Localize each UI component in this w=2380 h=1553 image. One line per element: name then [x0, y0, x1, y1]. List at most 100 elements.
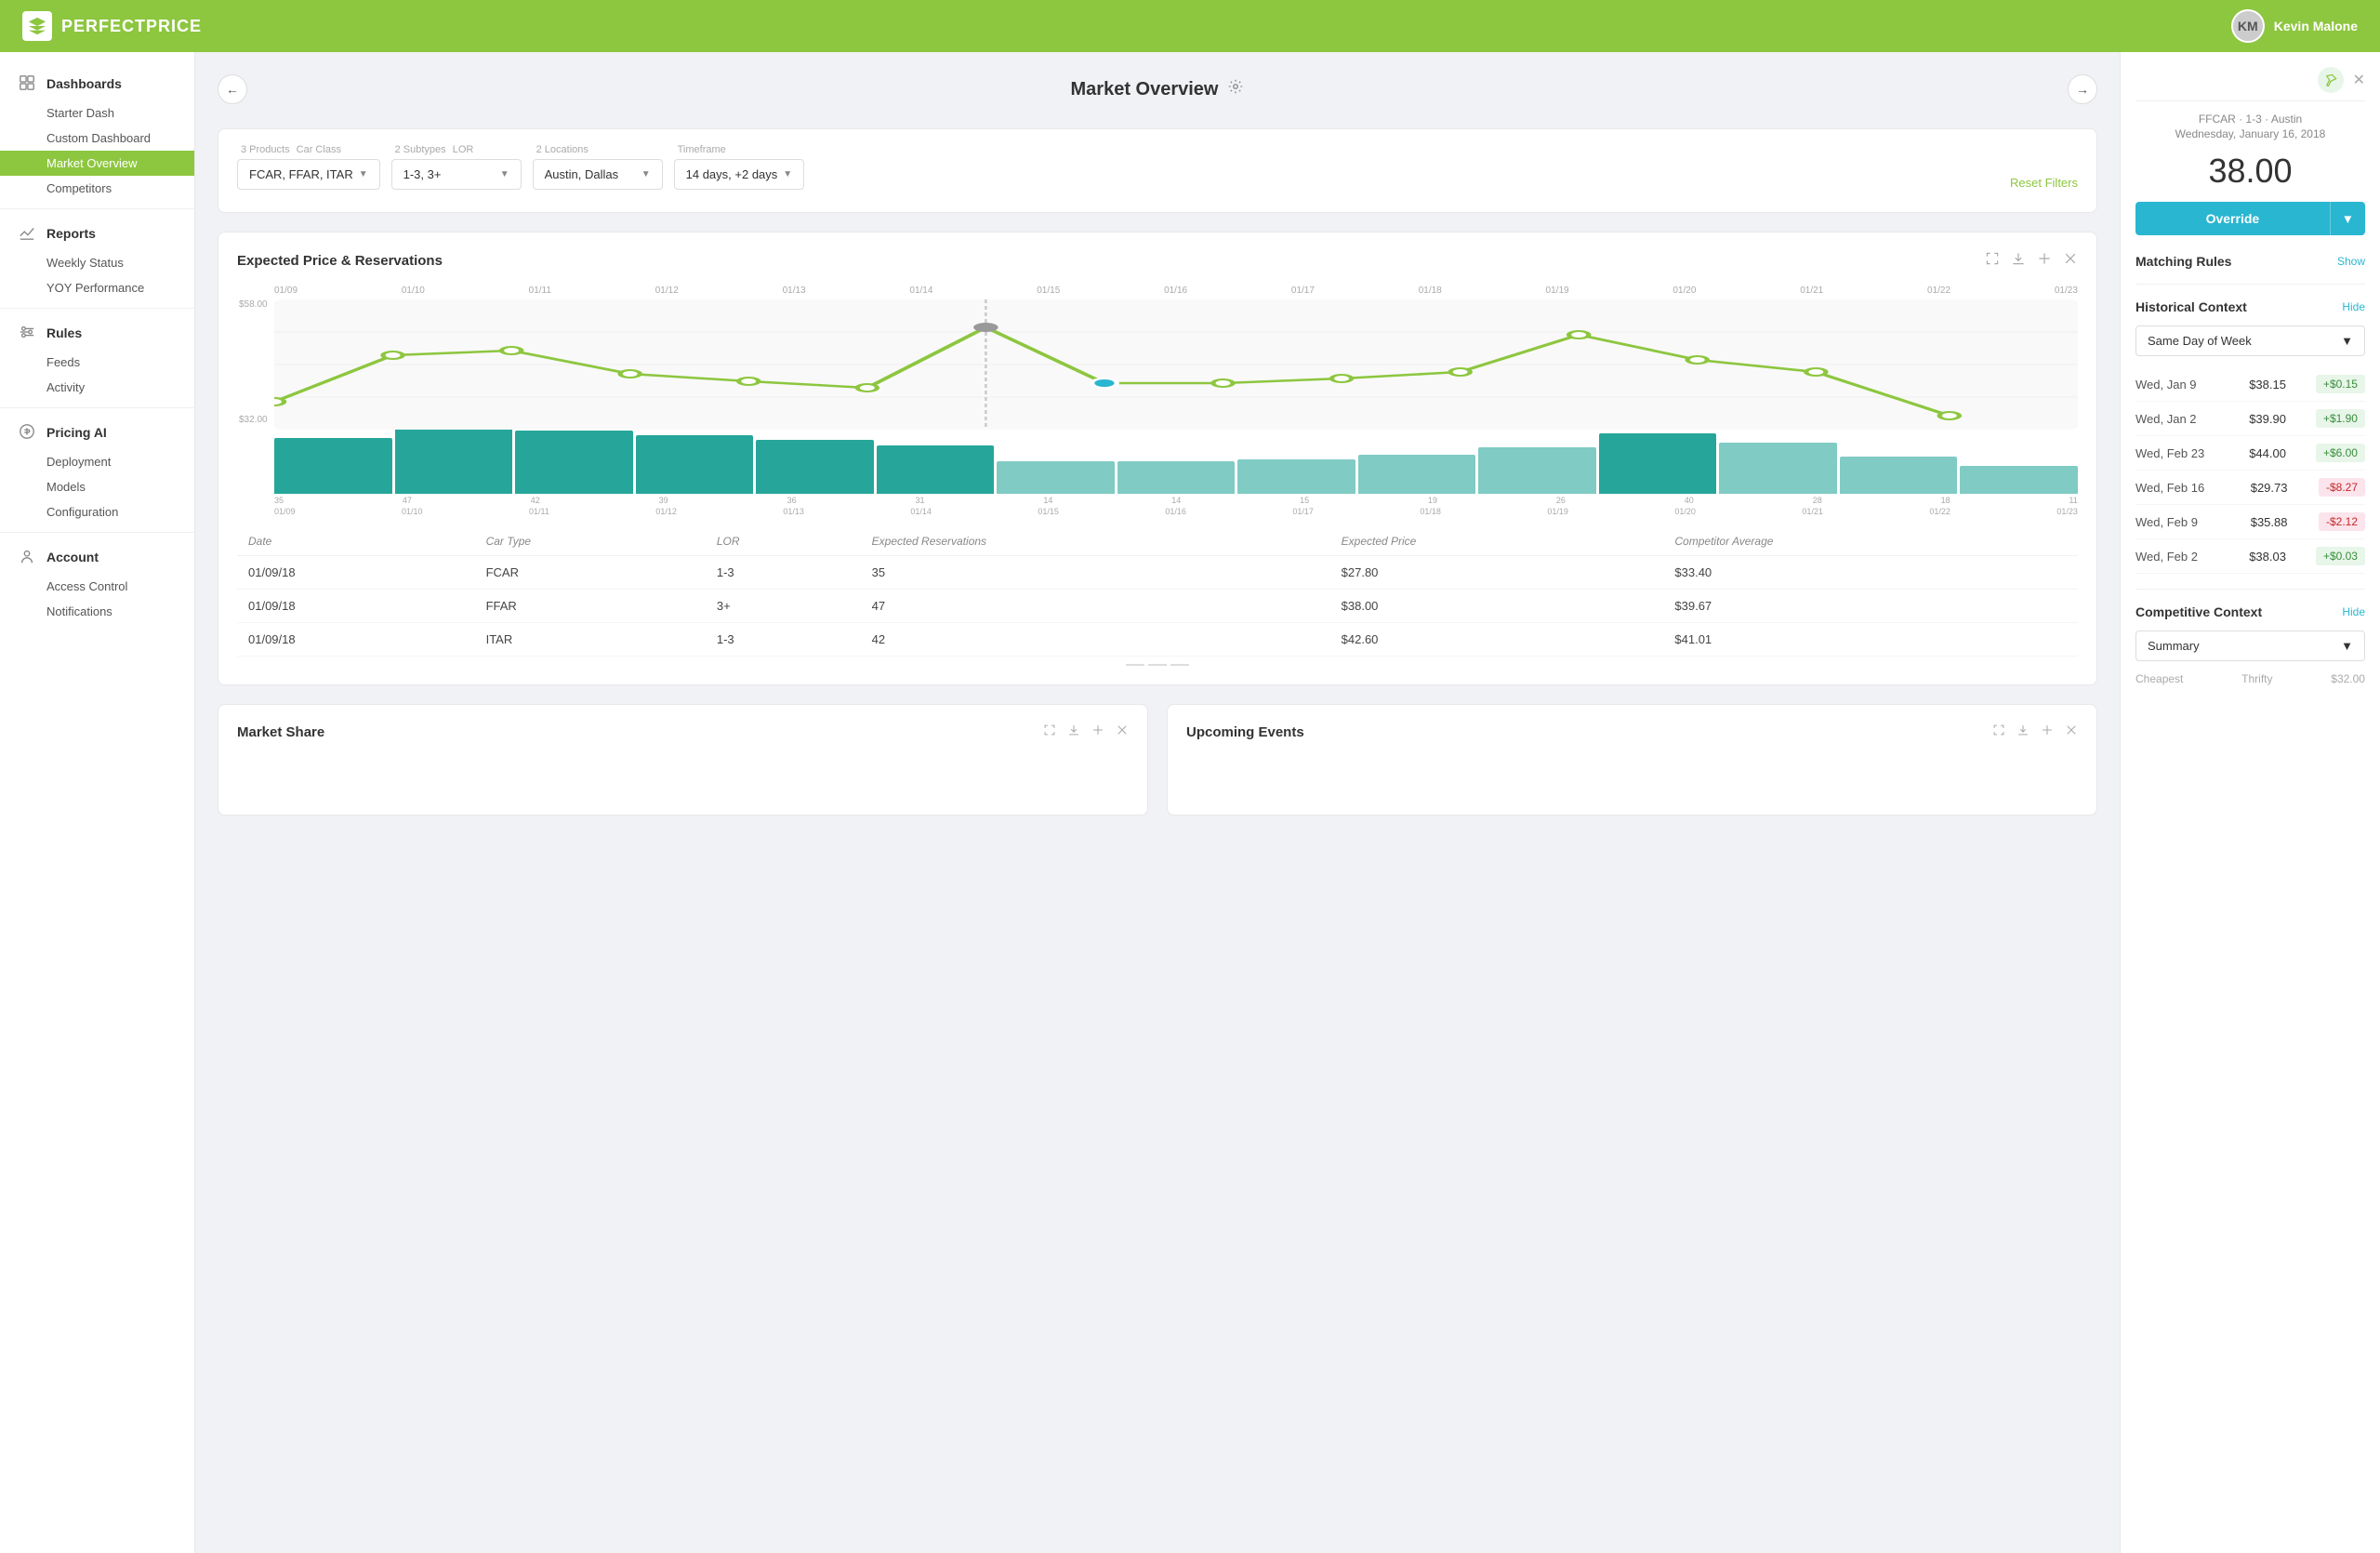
line-chart-area: 01/0901/1001/1101/1201/1301/1401/1501/16…	[237, 285, 2078, 434]
settings-icon[interactable]	[1227, 78, 1244, 100]
nav-forward-button[interactable]: →	[2068, 74, 2097, 104]
logo-icon	[22, 11, 52, 41]
sidebar: Dashboards Starter Dash Custom Dashboard…	[0, 52, 195, 1553]
pin-button[interactable]	[2318, 67, 2344, 93]
sidebar-item-starter-dash[interactable]: Starter Dash	[0, 100, 194, 126]
sidebar-item-feeds[interactable]: Feeds	[0, 350, 194, 375]
filter-products: 3 Products Car Class FCAR, FFAR, ITAR ▼	[237, 144, 380, 190]
expand-icon[interactable]	[1043, 723, 1056, 741]
sidebar-group-reports[interactable]: Reports	[0, 217, 194, 250]
page-title-row: Market Overview	[1071, 78, 1245, 100]
panel-header: ✕	[2135, 67, 2365, 101]
hist-row: Wed, Jan 9 $38.15 +$0.15	[2135, 367, 2365, 402]
close-icon[interactable]	[2065, 723, 2078, 741]
dashboard-icon	[19, 74, 37, 93]
sidebar-group-rules[interactable]: Rules	[0, 316, 194, 350]
line-chart-svg	[274, 299, 2078, 430]
sidebar-item-yoy-performance[interactable]: YOY Performance	[0, 275, 194, 300]
chevron-down-icon: ▼	[359, 169, 368, 179]
sidebar-section-reports: Reports Weekly Status YOY Performance	[0, 217, 194, 300]
competitive-context-selector[interactable]: Summary ▼	[2135, 630, 2365, 661]
bar-item	[756, 440, 874, 494]
sidebar-group-dashboards[interactable]: Dashboards	[0, 67, 194, 100]
historical-context-hide-link[interactable]: Hide	[2342, 300, 2365, 313]
sidebar-item-competitors[interactable]: Competitors	[0, 176, 194, 201]
panel-close-button[interactable]: ✕	[2353, 67, 2365, 93]
historical-context-selector-value: Same Day of Week	[2148, 334, 2252, 348]
sidebar-item-configuration[interactable]: Configuration	[0, 499, 194, 524]
chevron-down-icon: ▼	[500, 169, 509, 179]
chart-date-labels: 01/0901/1001/1101/1201/1301/1401/1501/16…	[274, 285, 2078, 296]
reports-icon	[19, 224, 37, 243]
dashboards-label: Dashboards	[46, 76, 122, 91]
status-badge: +$0.15	[2316, 375, 2365, 393]
close-icon[interactable]	[1116, 723, 1129, 741]
bottom-cards-row: Market Share	[218, 704, 2097, 816]
nav-back-button[interactable]: ←	[218, 74, 247, 104]
chart-actions	[1985, 251, 2078, 271]
bar-item	[1358, 455, 1476, 494]
competitive-context-selector-value: Summary	[2148, 639, 2200, 653]
bar-item	[1117, 461, 1236, 494]
products-select[interactable]: FCAR, FFAR, ITAR ▼	[237, 159, 380, 190]
products-label: 3 Products	[241, 144, 290, 155]
hist-row: Wed, Jan 2 $39.90 +$1.90	[2135, 402, 2365, 436]
download-icon[interactable]	[2011, 251, 2026, 271]
upcoming-events-card: Upcoming Events	[1167, 704, 2097, 816]
sidebar-item-weekly-status[interactable]: Weekly Status	[0, 250, 194, 275]
subtypes-select[interactable]: 1-3, 3+ ▼	[391, 159, 522, 190]
historical-context-title: Historical Context	[2135, 299, 2247, 314]
sidebar-item-market-overview[interactable]: Market Overview	[0, 151, 194, 176]
divider	[2135, 589, 2365, 590]
override-dropdown-button[interactable]: ▼	[2330, 202, 2365, 235]
chevron-down-icon: ▼	[2341, 334, 2353, 348]
bar-date-labels: 01/0901/1001/1101/1201/1301/1401/1501/16…	[274, 507, 2078, 516]
sidebar-item-custom-dashboard[interactable]: Custom Dashboard	[0, 126, 194, 151]
download-icon[interactable]	[2016, 723, 2030, 741]
expand-icon[interactable]	[1985, 251, 2000, 271]
market-share-card: Market Share	[218, 704, 1148, 816]
matching-rules-show-link[interactable]: Show	[2337, 255, 2365, 268]
content-area: ← Market Overview → 3 Products Car Class…	[195, 52, 2120, 1553]
override-button[interactable]: Override	[2135, 202, 2330, 235]
chevron-down-icon: ▼	[2341, 639, 2353, 653]
thrifty-price: $32.00	[2331, 672, 2365, 685]
scroll-indicator	[237, 664, 2078, 666]
reset-filters-link[interactable]: Reset Filters	[2010, 176, 2078, 190]
products-sublabel: Car Class	[297, 144, 341, 155]
sidebar-section-account: Account Access Control Notifications	[0, 540, 194, 624]
move-icon[interactable]	[2041, 723, 2054, 741]
download-icon[interactable]	[1067, 723, 1080, 741]
expand-icon[interactable]	[1992, 723, 2005, 741]
table-row: 01/09/18ITAR1-342$42.60$41.01	[237, 623, 2078, 657]
sidebar-item-deployment[interactable]: Deployment	[0, 449, 194, 474]
move-icon[interactable]	[1091, 723, 1104, 741]
subtypes-sublabel: LOR	[453, 144, 474, 155]
close-icon[interactable]	[2063, 251, 2078, 271]
move-icon[interactable]	[2037, 251, 2052, 271]
sidebar-item-activity[interactable]: Activity	[0, 375, 194, 400]
sidebar-group-account[interactable]: Account	[0, 540, 194, 574]
sidebar-item-notifications[interactable]: Notifications	[0, 599, 194, 624]
account-label: Account	[46, 550, 99, 564]
sidebar-section-pricing-ai: Pricing AI Deployment Models Configurati…	[0, 416, 194, 524]
market-share-title: Market Share	[237, 724, 324, 740]
chevron-down-icon: ▼	[783, 169, 792, 179]
right-panel: ✕ FFCAR · 1-3 · Austin Wednesday, Januar…	[2120, 52, 2380, 1553]
locations-select[interactable]: Austin, Dallas ▼	[533, 159, 663, 190]
upcoming-events-actions	[1992, 723, 2078, 741]
rp-date: Wednesday, January 16, 2018	[2135, 127, 2365, 140]
bar-chart-bars	[274, 438, 2078, 494]
sidebar-item-models[interactable]: Models	[0, 474, 194, 499]
bar-item	[1478, 447, 1596, 494]
timeframe-select[interactable]: 14 days, +2 days ▼	[674, 159, 805, 190]
user-name: Kevin Malone	[2274, 19, 2358, 33]
sidebar-item-access-control[interactable]: Access Control	[0, 574, 194, 599]
competitive-context-hide-link[interactable]: Hide	[2342, 605, 2365, 618]
table-row: 01/09/18FFAR3+47$38.00$39.67	[237, 590, 2078, 623]
status-badge: -$2.12	[2319, 512, 2365, 531]
competitive-context-header: Competitive Context Hide	[2135, 604, 2365, 619]
account-icon	[19, 548, 37, 566]
sidebar-group-pricing-ai[interactable]: Pricing AI	[0, 416, 194, 449]
historical-context-selector[interactable]: Same Day of Week ▼	[2135, 325, 2365, 356]
